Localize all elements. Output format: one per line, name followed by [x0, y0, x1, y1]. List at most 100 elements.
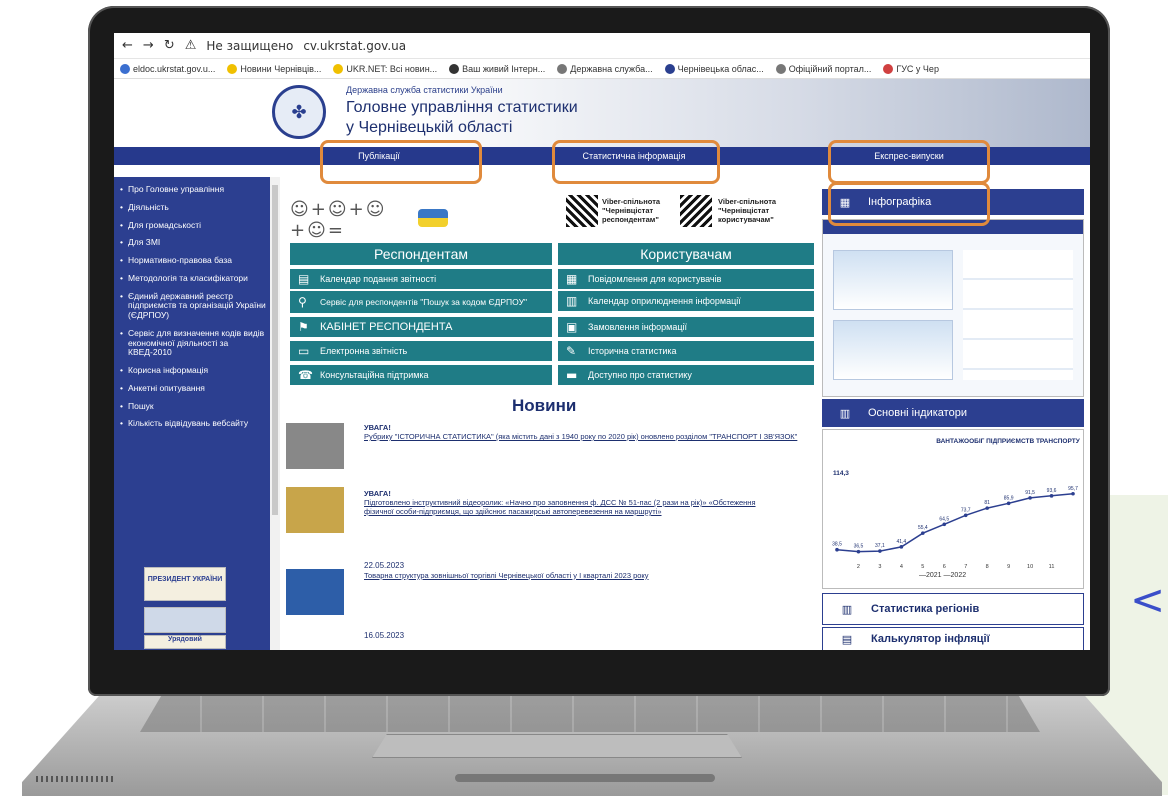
ukraine-map-icon: [418, 209, 448, 227]
agency-name: Державна служба статистики України: [346, 85, 503, 95]
data-point: [835, 547, 839, 552]
transport-chart: 38,5 36,5 37,141,455,464,573,78185,991,5 93…: [832, 486, 1078, 570]
regions-bar[interactable]: ▥ Статистика регіонів: [822, 593, 1084, 625]
vent: [36, 776, 116, 782]
data-point: [1028, 496, 1032, 500]
data-point: [985, 506, 989, 510]
sidebar-item[interactable]: Для ЗМІ: [114, 234, 270, 252]
computer-icon: ▭: [298, 344, 310, 358]
president-banner[interactable]: ПРЕЗИДЕНТ УКРАЇНИ: [144, 567, 226, 601]
news-link[interactable]: Товарна структура зовнішньої торгівлі Че…: [364, 571, 804, 580]
bookmark[interactable]: ГУС у Чер: [883, 63, 939, 74]
tick-label: 9: [1007, 564, 1010, 570]
data-label: 81: [984, 500, 990, 506]
news-item: УВАГА! Підготовлено інструктивний відеоро…: [364, 489, 784, 516]
qr-code[interactable]: [566, 195, 598, 227]
tick-label: 5: [921, 564, 924, 570]
hinge: [455, 774, 715, 782]
sidebar-item[interactable]: Єдиний державний реєстр підприємств та о…: [114, 288, 270, 325]
data-point: [1071, 491, 1075, 496]
resp-item[interactable]: ⚑ КАБІНЕТ РЕСПОНДЕНТА: [290, 317, 552, 337]
indicators-bar[interactable]: ▥ Основні індикатори: [822, 399, 1084, 427]
site-header: ✤ Державна служба статистики України Гол…: [114, 79, 1090, 147]
mini-chart: [833, 320, 953, 380]
bookmark[interactable]: UKR.NET: Всі новин...: [333, 63, 437, 74]
tick-label: 2: [857, 564, 860, 570]
user-item[interactable]: ▣ Замовлення інформації: [558, 317, 814, 337]
qr-code[interactable]: [680, 195, 712, 227]
infographic-preview[interactable]: [822, 219, 1084, 397]
sidebar-item[interactable]: Анкетні опитування: [114, 380, 270, 398]
data-label: 37,1: [875, 543, 885, 549]
data-label: 93,6: [1047, 488, 1057, 494]
data-label: 85,9: [1004, 495, 1014, 501]
user-item[interactable]: ▬ Доступно про статистику: [558, 365, 814, 385]
sidebar-item[interactable]: Сервіс для визначення кодів видів економ…: [114, 325, 270, 362]
bookmark[interactable]: Чернівецька облас...: [664, 63, 764, 74]
data-label: 73,7: [961, 507, 971, 513]
bookmark[interactable]: Офіційний портал...: [775, 63, 871, 74]
bookmark[interactable]: Ваш живий Інтерн...: [449, 63, 545, 74]
tick-label: 3: [878, 564, 881, 570]
sidebar-item[interactable]: Діяльність: [114, 199, 270, 217]
tick-label: 8: [986, 564, 989, 570]
laptop-screen: ← → ↻ ⚠ Не защищено cv.ukrstat.gov.ua el…: [114, 33, 1090, 650]
news-image: [286, 423, 344, 469]
forward-icon[interactable]: →: [143, 38, 154, 53]
data-point: [921, 531, 925, 535]
sidebar-item[interactable]: Кількість відвідувань вебсайту: [114, 415, 270, 433]
search-icon: ⚲: [298, 295, 307, 309]
sidebar-item[interactable]: Корисна інформація: [114, 362, 270, 380]
sidebar-item[interactable]: Пошук: [114, 398, 270, 416]
user-item[interactable]: ✎ Історична статистика: [558, 341, 814, 361]
resp-item[interactable]: ▭ Електронна звітність: [290, 341, 552, 361]
tick-label: 11: [1049, 564, 1055, 570]
data-label: 95,7: [1068, 486, 1078, 492]
government-banner[interactable]: Урядовий: [144, 635, 226, 649]
site-subtitle: у Чернівецькій області: [346, 119, 513, 136]
scroll-thumb[interactable]: [272, 185, 278, 515]
sidebar-item[interactable]: Для громадськості: [114, 217, 270, 235]
highlight-ring: [828, 140, 990, 184]
data-point: [899, 545, 904, 549]
viber-label[interactable]: Viber-спільнота "Чернівцістат респондент…: [602, 197, 674, 224]
address-bar[interactable]: ← → ↻ ⚠ Не защищено cv.ukrstat.gov.ua: [114, 33, 1090, 59]
viber-label[interactable]: Viber-спільнота "Чернівцістат користувач…: [718, 197, 798, 224]
people-icon: ☺+☺+☺+☺=: [290, 199, 387, 241]
bar-chart-icon: ▥: [841, 602, 853, 616]
calc-bar[interactable]: ▤ Калькулятор інфляції: [822, 627, 1084, 650]
data-point: [856, 549, 861, 554]
back-icon[interactable]: ←: [122, 38, 133, 53]
sidebar: Про Головне управління Діяльність Для гр…: [114, 177, 270, 650]
reload-icon[interactable]: ↻: [164, 38, 175, 53]
url-prefix: Не защищено: [206, 38, 294, 53]
data-label: 64,5: [939, 516, 949, 522]
resp-item[interactable]: ☎ Консультаційна підтримка: [290, 365, 552, 385]
book-icon: ▤: [298, 272, 310, 286]
news-image: [286, 569, 344, 615]
bookmark[interactable]: eldoc.ukrstat.gov.u...: [120, 63, 215, 74]
bookmark[interactable]: Державна служба...: [557, 63, 653, 74]
sidebar-item[interactable]: Про Головне управління: [114, 181, 270, 199]
data-point: [878, 549, 882, 553]
chart-legend: —2021 —2022: [919, 572, 967, 579]
sidebar-item[interactable]: Методологія та класифікатори: [114, 270, 270, 288]
site-title: Головне управління статистики: [346, 99, 578, 116]
sidebar-item[interactable]: Нормативно-правова база: [114, 252, 270, 270]
data-label: 38,5: [832, 542, 842, 548]
sidebar-scrollbar[interactable]: [270, 177, 280, 650]
news-link[interactable]: Рубрику "ІСТОРИЧНА СТАТИСТИКА" (яка міст…: [364, 432, 804, 441]
news-icon: ▦: [566, 272, 578, 286]
url-text[interactable]: cv.ukrstat.gov.ua: [303, 39, 406, 53]
arrow-left-icon: <: [1130, 575, 1166, 624]
user-item[interactable]: ▥ Календар оприлюднення інформації: [558, 291, 814, 311]
resp-item[interactable]: ▤ Календар подання звітності: [290, 269, 552, 289]
resp-item[interactable]: ⚲ Сервіс для респондентів "Пошук за кодом…: [290, 291, 552, 313]
data-label: 36,5: [854, 544, 864, 550]
user-item[interactable]: ▦ Повідомлення для користувачів: [558, 269, 814, 289]
indicator-chart-card: ВАНТАЖООБІГ ПІДПРИЄМСТВ ТРАНСПОРТУ 114,3…: [822, 429, 1084, 589]
bookmark[interactable]: Новини Чернівців...: [227, 63, 321, 74]
news-link[interactable]: Підготовлено інструктивний відеоролик: «…: [364, 498, 784, 516]
news-item: УВАГА! Рубрику "ІСТОРИЧНА СТАТИСТИКА" (як…: [364, 423, 804, 441]
history-icon: ✎: [566, 344, 577, 358]
